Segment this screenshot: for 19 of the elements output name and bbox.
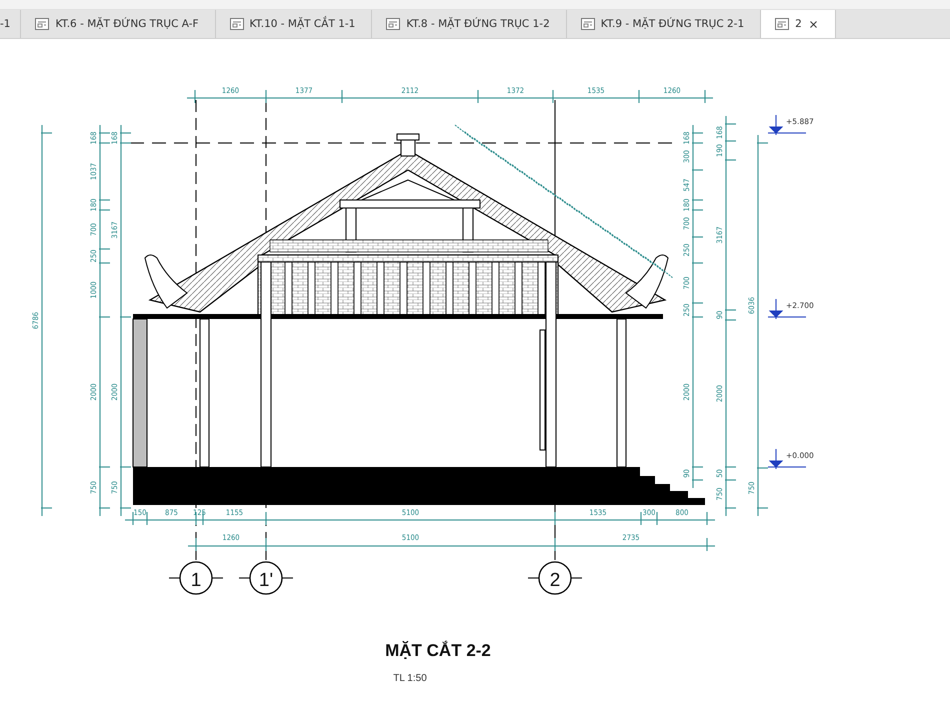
tab-label: KT.9 - MẶT ĐỨNG TRỤC 2-1 xyxy=(600,18,744,30)
sheet-tab[interactable]: -1 xyxy=(0,10,22,38)
sheet-icon xyxy=(386,18,400,30)
sheet-icon xyxy=(580,18,595,30)
tab-label: KT.6 - MẶT ĐỨNG TRỤC A-F xyxy=(55,18,199,30)
sheet-tab[interactable]: 2 xyxy=(761,10,836,38)
sheet-icon xyxy=(35,18,50,30)
section-title: MẶT CẮT 2-2 xyxy=(385,641,491,660)
sheet-icon xyxy=(230,18,244,30)
sheet-icon xyxy=(775,18,790,30)
close-icon[interactable] xyxy=(808,18,819,30)
grid-label: 2 xyxy=(550,570,560,591)
grid-label: 1 xyxy=(190,570,202,591)
sheet-tab[interactable]: KT.10 - MẶT CẮT 1-1 xyxy=(216,10,372,38)
tab-label: KT.8 - MẶT ĐỨNG TRỤC 1-2 xyxy=(406,18,550,30)
scale-label: TL 1:50 xyxy=(393,673,427,684)
grid-label: 1' xyxy=(258,570,274,591)
tab-label: KT.10 - MẶT CẮT 1-1 xyxy=(250,18,356,30)
tab-label: 2 xyxy=(795,18,802,30)
